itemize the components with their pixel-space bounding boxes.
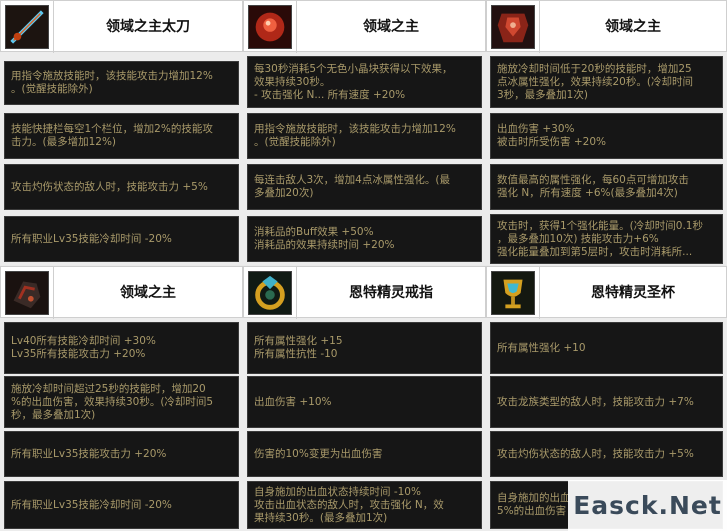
effect-line: 秒，最多叠加1次) [11, 408, 96, 421]
effect-line: 攻击时，获得1个强化能量。(冷却时间0.1秒 [497, 219, 703, 232]
effect-line: 多叠加20次) [254, 187, 314, 199]
item-panel-1: 领域之主太刀 用指令施放技能时，该技能攻击力增加12% 。(觉醒技能除外) 技能… [0, 0, 243, 265]
effect-row: 攻击时，获得1个强化能量。(冷却时间0.1秒 ，最多叠加10次) 技能攻击力+6… [490, 214, 723, 264]
effect-row: 所有职业Lv35技能冷却时间 -20% [4, 216, 239, 262]
dark-gauntlet-icon [5, 271, 49, 315]
effect-line: 用指令施放技能时，该技能攻击力增加12% [254, 123, 456, 135]
effect-line: 所有属性强化 +15 [254, 335, 343, 347]
effect-line: 施放冷却时间低于20秒的技能时，增加25 [497, 62, 692, 75]
effect-row: 用指令施放技能时，该技能攻击力增加12% 。(觉醒技能除外) [247, 113, 482, 159]
effect-row: 用指令施放技能时，该技能攻击力增加12% 。(觉醒技能除外) [4, 61, 239, 105]
effect-line: 伤害的10%变更为出血伤害 [254, 447, 383, 460]
effect-line: 强化 N，所有速度 +6%(最多叠加4次) [497, 187, 678, 199]
effect-line: 被击时所受伤害 +20% [497, 136, 606, 148]
effect-row: 出血伤害 +30% 被击时所受伤害 +20% [490, 113, 723, 159]
item-header: 领域之主 [486, 0, 727, 53]
effect-row: 每30秒消耗5个无色小晶块获得以下效果， 效果持续30秒。 - 攻击强化 N..… [247, 56, 482, 108]
effect-line: 果持续30秒。(最多叠加1次) [254, 511, 388, 524]
item-header: 领域之主 [0, 266, 243, 319]
effect-line: 。(觉醒技能除外) [254, 136, 336, 148]
effect-row: 所有属性强化 +10 [490, 322, 723, 374]
effect-line: 击力。(最多增加12%) [11, 136, 117, 148]
effect-line: 攻击灼伤状态的敌人时，技能攻击力 +5% [11, 180, 208, 193]
effect-line: 自身施加的出血状态持续时间 -10% [254, 485, 421, 498]
effect-line: 攻击灼伤状态的敌人时，技能攻击力 +5% [497, 447, 694, 460]
item-title: 领域之主 [539, 1, 726, 53]
effect-line: 所有职业Lv35技能攻击力 +20% [11, 447, 167, 460]
effect-row: 伤害的10%变更为出血伤害 [247, 431, 482, 477]
effect-row: Lv40所有技能冷却时间 +30% Lv35所有技能攻击力 +20% [4, 322, 239, 374]
item-title: 领域之主 [296, 1, 485, 53]
item-panel-5: 恩特精灵戒指 所有属性强化 +15 所有属性抗性 -10 出血伤害 +10% 伤… [243, 266, 486, 531]
red-gem-armor-icon [248, 5, 292, 49]
item-panel-3: 领域之主 施放冷却时间低于20秒的技能时，增加25 点冰属性强化，效果持续20秒… [486, 0, 727, 265]
effect-row: 攻击灼伤状态的敌人时，技能攻击力 +5% [490, 431, 723, 477]
effect-line: 强化能量叠加到第5层时，攻击时消耗所... [497, 245, 693, 258]
effect-row: 出血伤害 +10% [247, 376, 482, 428]
effect-line: 攻击出血状态的敌人时，攻击强化 N，效 [254, 498, 444, 511]
katana-weapon-icon [5, 5, 49, 49]
effect-line: %的出血伤害，效果持续30秒。(冷却时间5 [11, 395, 214, 408]
item-header: 恩特精灵圣杯 [486, 266, 727, 319]
effect-line: 所有职业Lv35技能冷却时间 -20% [11, 498, 172, 511]
effect-row: 所有属性强化 +15 所有属性抗性 -10 [247, 322, 482, 374]
effect-line: 技能快捷栏每空1个栏位，增加2%的技能攻 [11, 123, 213, 135]
effect-line: 出血伤害 +10% [254, 395, 332, 408]
effect-line: 点冰属性强化，效果持续20秒。(冷却时间 [497, 75, 693, 88]
item-header: 领域之主 [243, 0, 486, 53]
effect-line: 所有属性强化 +10 [497, 341, 586, 354]
effect-row: 技能快捷栏每空1个栏位，增加2%的技能攻 击力。(最多增加12%) [4, 113, 239, 159]
effect-line: 消耗品的Buff效果 +50% [254, 226, 374, 238]
effect-line: 用指令施放技能时，该技能攻击力增加12% [11, 70, 213, 82]
effect-line: 每连击敌人3次，增加4点冰属性强化。(最 [254, 174, 450, 186]
effect-row: 数值最高的属性强化，每60点可增加攻击 强化 N，所有速度 +6%(最多叠加4次… [490, 164, 723, 210]
item-title: 领域之主 [53, 267, 242, 319]
effect-line: 攻击龙族类型的敌人时，技能攻击力 +7% [497, 395, 694, 408]
item-title: 恩特精灵圣杯 [539, 267, 726, 319]
effect-line: 所有属性抗性 -10 [254, 348, 338, 360]
effect-line: 数值最高的属性强化，每60点可增加攻击 [497, 174, 689, 186]
effect-line: 效果持续30秒。 [254, 75, 331, 88]
item-header: 领域之主太刀 [0, 0, 243, 53]
effect-row: 每连击敌人3次，增加4点冰属性强化。(最 多叠加20次) [247, 164, 482, 210]
effect-line: 所有职业Lv35技能冷却时间 -20% [11, 232, 172, 245]
effect-line: 消耗品的效果持续时间 +20% [254, 239, 395, 251]
effect-line: ，最多叠加10次) 技能攻击力+6% [497, 232, 659, 245]
effect-line: 施放冷却时间超过25秒的技能时，增加20 [11, 382, 206, 395]
effect-row: 施放冷却时间超过25秒的技能时，增加20 %的出血伤害，效果持续30秒。(冷却时… [4, 376, 239, 428]
effect-row: 所有职业Lv35技能攻击力 +20% [4, 431, 239, 477]
item-header: 恩特精灵戒指 [243, 266, 486, 319]
item-panel-2: 领域之主 每30秒消耗5个无色小晶块获得以下效果， 效果持续30秒。 - 攻击强… [243, 0, 486, 265]
effect-row: 消耗品的Buff效果 +50% 消耗品的效果持续时间 +20% [247, 216, 482, 262]
effect-row: 攻击龙族类型的敌人时，技能攻击力 +7% [490, 376, 723, 428]
effect-row: 施放冷却时间低于20秒的技能时，增加25 点冰属性强化，效果持续20秒。(冷却时… [490, 56, 723, 108]
effect-line: 出血伤害 +30% [497, 123, 575, 135]
spirit-grail-icon [491, 271, 535, 315]
effect-line: 。(觉醒技能除外) [11, 83, 93, 95]
effect-row: 所有职业Lv35技能冷却时间 -20% [4, 481, 239, 529]
effect-row: 攻击灼伤状态的敌人时，技能攻击力 +5% [4, 164, 239, 210]
item-panel-4: 领域之主 Lv40所有技能冷却时间 +30% Lv35所有技能攻击力 +20% … [0, 266, 243, 531]
effect-line: Lv40所有技能冷却时间 +30% [11, 335, 156, 347]
effect-line: 3秒，最多叠加1次) [497, 88, 588, 101]
site-watermark: Easck.Net [568, 480, 727, 531]
effect-line: - 攻击强化 N... 所有速度 +20% [254, 88, 406, 101]
red-chest-armor-icon [491, 5, 535, 49]
spirit-ring-icon [248, 271, 292, 315]
effect-row: 自身施加的出血状态持续时间 -10% 攻击出血状态的敌人时，攻击强化 N，效 果… [247, 481, 482, 529]
item-title: 恩特精灵戒指 [296, 267, 485, 319]
item-title: 领域之主太刀 [53, 1, 242, 53]
effect-line: Lv35所有技能攻击力 +20% [11, 348, 146, 360]
effect-line: 每30秒消耗5个无色小晶块获得以下效果， [254, 62, 453, 75]
